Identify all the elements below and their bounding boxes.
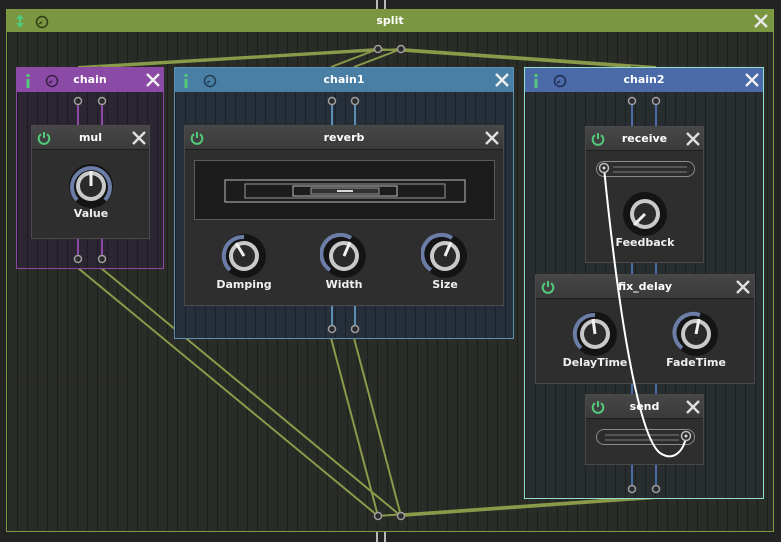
reverb-module[interactable]: reverb Damping Width Size — [184, 125, 504, 306]
value-label: Value — [73, 207, 109, 220]
value-knob[interactable] — [67, 162, 115, 210]
chain-container[interactable]: chain mul Value — [16, 67, 164, 269]
reverb-room-graphic — [224, 179, 466, 203]
reverb-display — [194, 160, 495, 220]
chain1-header[interactable]: chain1 — [175, 68, 513, 92]
reverb-header[interactable]: reverb — [185, 126, 503, 150]
size-knob[interactable] — [420, 232, 469, 280]
chain1-container[interactable]: chain1 reverb Damping Width Size — [174, 67, 514, 339]
damping-label: Damping — [216, 278, 272, 291]
send-receive-cable — [598, 162, 692, 458]
close-icon[interactable] — [144, 71, 162, 89]
chain2-container[interactable]: chain2 receive Feedback fix_delay DelayT… — [524, 67, 764, 499]
width-label: Width — [325, 278, 363, 291]
reverb-title: reverb — [323, 131, 365, 144]
close-icon[interactable] — [483, 129, 501, 147]
width-knob[interactable] — [319, 232, 368, 280]
chain1-title: chain1 — [323, 73, 365, 86]
close-icon[interactable] — [130, 129, 148, 147]
close-icon[interactable] — [493, 71, 511, 89]
mul-header[interactable]: mul — [32, 126, 149, 150]
chain-title: chain — [73, 73, 107, 86]
mul-module[interactable]: mul Value — [31, 125, 150, 239]
chain-header[interactable]: chain — [17, 68, 163, 92]
size-label: Size — [432, 278, 458, 291]
damping-knob[interactable] — [220, 232, 268, 280]
